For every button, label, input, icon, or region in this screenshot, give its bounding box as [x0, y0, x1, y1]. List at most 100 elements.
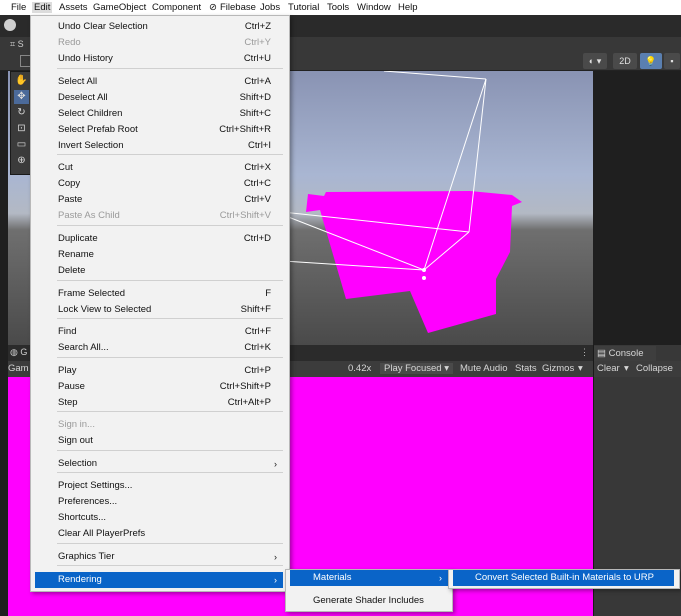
menu-tutorial[interactable]: Tutorial [288, 2, 319, 13]
game-display-dropdown[interactable]: Gam [8, 363, 29, 374]
menu-edit[interactable]: Edit [32, 2, 53, 13]
scene-lighting-dropdown[interactable]: ◐ ▾ [583, 53, 607, 69]
menu-item-preferences[interactable]: Preferences... [31, 494, 287, 510]
menu-item-label: Selection [58, 458, 98, 469]
menu-item-invert-selection[interactable]: Invert Selection Ctrl+I [31, 138, 287, 154]
menu-item-duplicate[interactable]: Duplicate Ctrl+D [31, 231, 287, 247]
menu-item-undo-history[interactable]: Undo History Ctrl+U [31, 51, 287, 67]
menu-item-shortcut: F [265, 288, 271, 299]
transform-tool-icon[interactable]: ⊕ [14, 154, 29, 168]
menu-item-selection[interactable]: Selection › [31, 456, 287, 472]
menu-separator [57, 154, 283, 155]
menu-item-shortcut: Ctrl+K [244, 342, 271, 353]
menu-item-rendering[interactable]: Rendering › [35, 572, 283, 588]
menu-item-shortcut: Ctrl+I [248, 140, 271, 151]
menu-item-clear-all-playerprefs[interactable]: Clear All PlayerPrefs [31, 526, 287, 542]
rect-tool-icon[interactable]: ▭ [14, 138, 29, 152]
move-tool-icon[interactable]: ✥ [14, 90, 29, 104]
stats-button[interactable]: Stats [515, 363, 537, 374]
menu-item-label: Rendering [58, 574, 102, 585]
console-clear-button[interactable]: Clear [597, 363, 620, 374]
menu-filebase[interactable]: Filebase [220, 2, 256, 13]
game-scale-value: 0.42x [348, 363, 372, 374]
menu-item-rename[interactable]: Rename [31, 247, 287, 263]
menu-gameobject[interactable]: GameObject [93, 2, 146, 13]
menu-tools[interactable]: Tools [327, 2, 349, 13]
menu-separator [57, 225, 283, 226]
menu-item-label: Preferences... [58, 496, 118, 507]
menu-file[interactable]: File [11, 2, 26, 13]
menu-item-label: Find [58, 326, 77, 337]
materials-submenu: Convert Selected Built-in Materials to U… [448, 569, 680, 589]
console-collapse-button[interactable]: Collapse [636, 363, 673, 374]
chevron-right-icon: › [274, 575, 277, 585]
game-tab-icon[interactable]: ◍ G [10, 347, 27, 358]
menu-item-paste[interactable]: Paste Ctrl+V [31, 192, 287, 208]
play-mode-dropdown[interactable]: Play Focused ▾ [380, 363, 453, 374]
filebase-icon: ⊘ [209, 2, 217, 13]
scene-tab-icon[interactable]: ⌗ S [10, 39, 24, 50]
menu-item-shortcut: Ctrl+Z [244, 21, 271, 32]
menu-item-label: Undo Clear Selection [58, 21, 148, 32]
menu-item-step[interactable]: Step Ctrl+Alt+P [31, 395, 287, 411]
menu-item-select-prefab-root[interactable]: Select Prefab Root Ctrl+Shift+R [31, 122, 287, 138]
submenu-item-convert-to-urp[interactable]: Convert Selected Built-in Materials to U… [453, 570, 674, 586]
scale-tool-icon[interactable]: ⊡ [14, 122, 29, 136]
gizmos-button[interactable]: Gizmos [542, 363, 574, 374]
menu-item-search-all[interactable]: Search All... Ctrl+K [31, 340, 287, 356]
menu-item-play[interactable]: Play Ctrl+P [31, 363, 287, 379]
console-tab[interactable]: ▤ Console [594, 346, 656, 361]
hand-tool-icon[interactable]: ✋ [14, 74, 29, 88]
menu-item-paste-as-child: Paste As Child Ctrl+Shift+V [31, 208, 287, 224]
menu-item-label: Select All [58, 76, 98, 87]
menu-item-label: Deselect All [58, 92, 108, 103]
menu-component[interactable]: Component [152, 2, 201, 13]
menu-item-select-all[interactable]: Select All Ctrl+A [31, 74, 287, 90]
menu-item-label: Shortcuts... [58, 512, 107, 523]
gizmos-dropdown-icon[interactable]: ▾ [578, 363, 583, 374]
menu-item-copy[interactable]: Copy Ctrl+C [31, 176, 287, 192]
menu-jobs[interactable]: Jobs [260, 2, 280, 13]
menu-item-delete[interactable]: Delete [31, 263, 287, 279]
lightbulb-icon[interactable]: 💡 [640, 53, 662, 69]
scene-audio-toggle[interactable]: ▪ [664, 53, 680, 69]
scene-2d-button[interactable]: 2D [613, 53, 637, 69]
submenu-item-generate-shader-includes[interactable]: Generate Shader Includes [290, 593, 448, 609]
menu-item-frame-selected[interactable]: Frame Selected F [31, 286, 287, 302]
menu-item-sign-out[interactable]: Sign out [31, 433, 287, 449]
menu-item-find[interactable]: Find Ctrl+F [31, 324, 287, 340]
menu-item-label: Paste [58, 194, 83, 205]
menu-item-label: Cut [58, 162, 73, 173]
console-toolbar: Clear ▾ Collapse [594, 361, 681, 377]
menu-item-shortcut: Ctrl+U [243, 53, 271, 64]
menu-item-shortcut: Shift+C [239, 108, 271, 119]
mute-audio-button[interactable]: Mute Audio [460, 363, 508, 374]
menu-item-shortcut: Ctrl+X [244, 162, 271, 173]
pivot-point [422, 268, 426, 272]
console-tab-label: Console [608, 348, 644, 359]
menu-item-graphics-tier[interactable]: Graphics Tier › [31, 549, 287, 565]
menu-window[interactable]: Window [357, 2, 391, 13]
rendering-submenu: Materials › Generate Shader Includes [285, 569, 453, 612]
clear-dropdown-icon[interactable]: ▾ [624, 363, 629, 374]
menu-item-select-children[interactable]: Select Children Shift+C [31, 106, 287, 122]
menu-item-label: Invert Selection [58, 140, 124, 151]
more-options-icon[interactable]: ⋮ [580, 347, 589, 358]
menu-item-shortcuts[interactable]: Shortcuts... [31, 510, 287, 526]
menu-help[interactable]: Help [398, 2, 418, 13]
submenu-item-materials[interactable]: Materials › [290, 570, 448, 586]
menu-separator [57, 280, 283, 281]
menu-item-label: Frame Selected [58, 288, 126, 299]
menu-item-shortcut: Shift+D [239, 92, 271, 103]
menu-item-deselect-all[interactable]: Deselect All Shift+D [31, 90, 287, 106]
menu-item-cut[interactable]: Cut Ctrl+X [31, 160, 287, 176]
menu-item-lock-view-to-selected[interactable]: Lock View to Selected Shift+F [31, 302, 287, 318]
rotate-tool-icon[interactable]: ↻ [14, 106, 29, 120]
menu-item-project-settings[interactable]: Project Settings... [31, 478, 287, 494]
menu-item-pause[interactable]: Pause Ctrl+Shift+P [31, 379, 287, 395]
magenta-mesh[interactable] [306, 191, 522, 333]
menu-separator [57, 411, 283, 412]
menu-assets[interactable]: Assets [59, 2, 88, 13]
account-icon[interactable] [4, 19, 16, 31]
menu-item-undo-clear-selection[interactable]: Undo Clear Selection Ctrl+Z [31, 19, 287, 35]
